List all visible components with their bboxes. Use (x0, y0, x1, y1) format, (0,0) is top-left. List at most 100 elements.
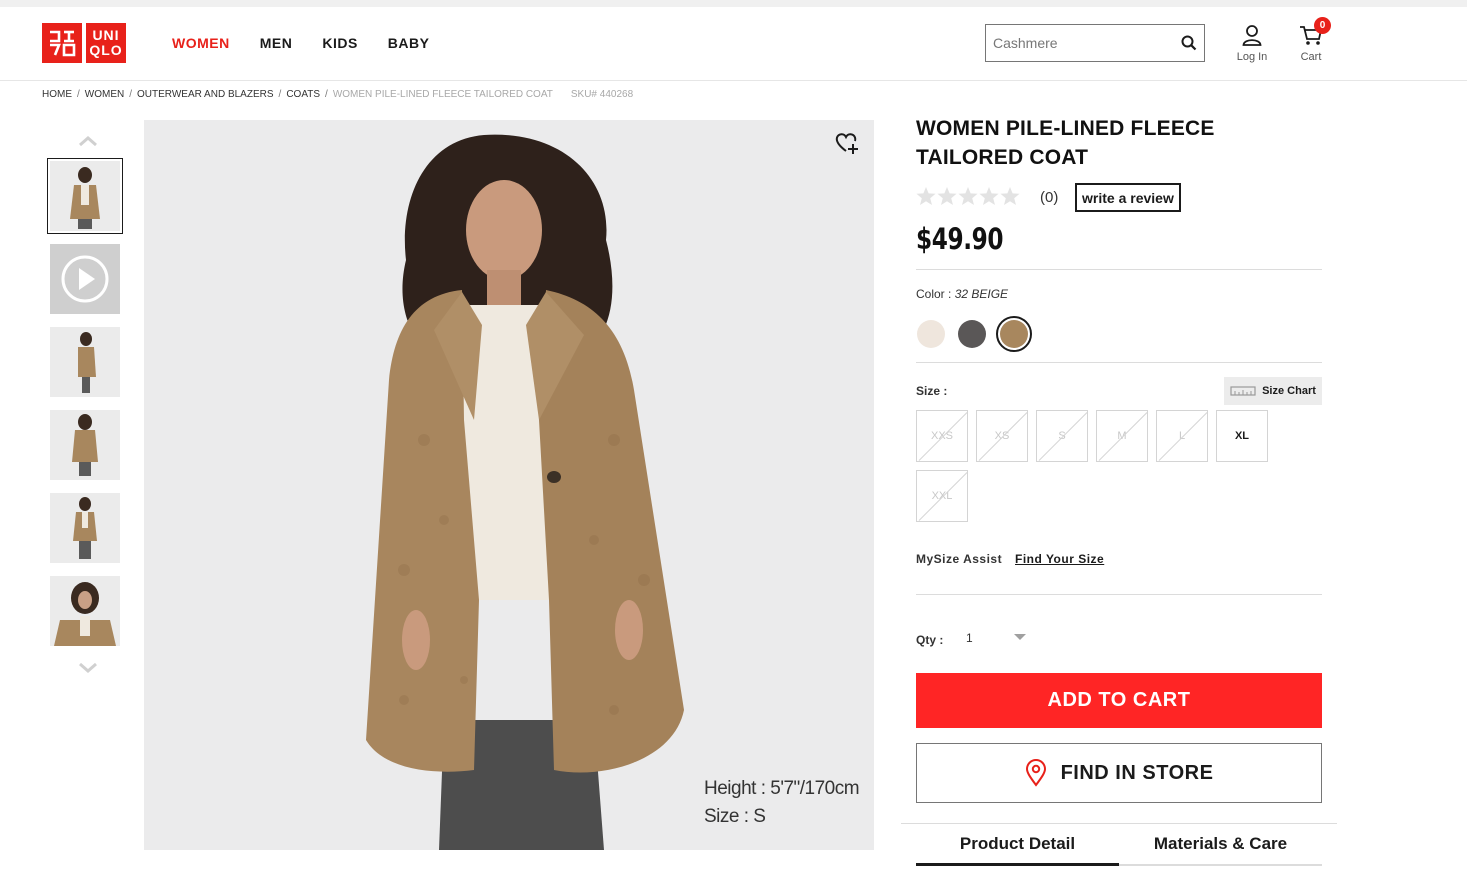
add-to-cart-button[interactable]: ADD TO CART (916, 673, 1322, 728)
thumbnail-3[interactable] (50, 327, 120, 397)
selected-color-name: 32 BEIGE (954, 287, 1009, 301)
site-header: UNIQLO WOMEN MEN KIDS BABY Log In 0 C (0, 7, 1467, 81)
mysize-assist-label: MySize Assist (916, 552, 1003, 566)
breadcrumb-current: WOMEN PILE-LINED FLEECE TAILORED COAT (332, 89, 553, 100)
size-option-xxs[interactable]: XXS (916, 410, 968, 462)
color-label: Color : 32 BEIGE (916, 287, 1008, 301)
thumbnails-up-arrow[interactable] (76, 133, 100, 149)
color-label-text: Color : (916, 287, 952, 301)
breadcrumb-coats[interactable]: COATS (286, 89, 320, 100)
logo-katakana (42, 23, 82, 63)
nav-baby[interactable]: BABY (388, 35, 430, 51)
main-nav: WOMEN MEN KIDS BABY (172, 35, 429, 51)
nav-men[interactable]: MEN (260, 35, 293, 51)
quantity-label: Qty : (916, 633, 944, 647)
location-pin-icon (1025, 759, 1046, 787)
quantity-value: 1 (966, 631, 973, 645)
nav-kids[interactable]: KIDS (322, 35, 357, 51)
divider (916, 362, 1322, 363)
chevron-down-icon (1014, 634, 1026, 640)
breadcrumb-separator: / (325, 89, 328, 100)
model-height: Height : 5'7"/170cm (704, 778, 860, 799)
divider (916, 269, 1322, 270)
coat-model-photo (144, 120, 874, 850)
breadcrumb-separator: / (129, 89, 133, 100)
write-review-button[interactable]: write a review (1075, 183, 1181, 212)
search-input[interactable] (986, 35, 1174, 51)
size-chart-label: Size Chart (1262, 385, 1316, 397)
chevron-up-icon (79, 136, 97, 147)
find-your-size-link[interactable]: Find Your Size (1015, 552, 1104, 566)
cart-count-badge: 0 (1314, 17, 1331, 34)
rating-stars (916, 186, 1020, 208)
size-option-xl[interactable]: XL (1216, 410, 1268, 462)
breadcrumb: HOME / WOMEN / OUTERWEAR AND BLAZERS / C… (42, 89, 633, 100)
thumbnail-1[interactable] (47, 158, 123, 234)
review-count: (0) (1040, 189, 1059, 206)
tab-product-detail[interactable]: Product Detail (916, 834, 1119, 854)
thumbnail-coat-full-image (50, 493, 120, 563)
size-option-label: XS (994, 430, 1010, 442)
inactive-tab-indicator (1119, 864, 1322, 866)
breadcrumb-women[interactable]: WOMEN (85, 89, 124, 100)
breadcrumb-separator: / (278, 89, 282, 100)
tabs-divider (901, 823, 1337, 824)
logo-wordmark: UNI QLO (86, 23, 126, 63)
find-in-store-label: FIND IN STORE (1060, 761, 1214, 784)
divider (916, 594, 1322, 595)
nav-women[interactable]: WOMEN (172, 35, 230, 51)
thumbnails-down-arrow[interactable] (76, 660, 100, 676)
breadcrumb-home[interactable]: HOME (42, 89, 72, 100)
chevron-down-icon (79, 662, 97, 673)
user-icon (1242, 25, 1262, 46)
star-rating-icon (916, 187, 1020, 205)
model-size: Size : S (704, 806, 766, 827)
breadcrumb-separator: / (77, 89, 80, 100)
product-title: WOMEN PILE-LINED FLEECE TAILORED COAT (916, 117, 1215, 169)
size-option-m[interactable]: M (1096, 410, 1148, 462)
sku-number: SKU# 440268 (570, 89, 634, 100)
thumbnail-5[interactable] (50, 493, 120, 563)
color-swatch-beige[interactable] (1000, 320, 1028, 348)
color-swatch-offwhite[interactable] (917, 320, 945, 348)
heart-plus-icon (835, 133, 858, 154)
size-option-xxl[interactable]: XXL (916, 470, 968, 522)
size-option-label: XL (1234, 430, 1250, 442)
cart-label: Cart (1300, 51, 1322, 63)
breadcrumb-outerwear[interactable]: OUTERWEAR AND BLAZERS (137, 89, 274, 100)
thumbnail-coat-closeup-image (50, 576, 120, 646)
thumbnail-video[interactable] (50, 244, 120, 314)
uniqlo-logo[interactable]: UNI QLO (42, 23, 126, 63)
top-strip (0, 0, 1467, 7)
thumbnail-coat-side-image (50, 327, 120, 397)
size-option-s[interactable]: S (1036, 410, 1088, 462)
size-chart-button[interactable]: Size Chart (1224, 377, 1322, 405)
thumbnail-coat-front-image (50, 161, 120, 231)
tab-materials-care[interactable]: Materials & Care (1119, 834, 1322, 854)
size-option-label: L (1178, 430, 1186, 442)
wishlist-button[interactable] (834, 130, 860, 156)
login-button[interactable]: Log In (1233, 24, 1271, 63)
size-option-label: M (1117, 430, 1127, 442)
search-icon (1181, 35, 1197, 51)
size-option-label: XXS (930, 430, 953, 442)
search-box (985, 24, 1205, 62)
size-option-label: S (1058, 430, 1066, 442)
cart-button[interactable]: 0 Cart (1292, 17, 1331, 63)
color-swatch-gray[interactable] (958, 320, 986, 348)
logo-katakana-mark (50, 30, 76, 57)
search-button[interactable] (1174, 25, 1204, 61)
size-option-xs[interactable]: XS (976, 410, 1028, 462)
size-label: Size : (916, 384, 948, 398)
find-in-store-button[interactable]: FIND IN STORE (916, 743, 1322, 803)
model-info: Height : 5'7"/170cm Size : S (704, 775, 860, 831)
login-label: Log In (1236, 51, 1268, 63)
main-product-image[interactable]: Height : 5'7"/170cm Size : S (144, 120, 874, 850)
size-option-l[interactable]: L (1156, 410, 1208, 462)
thumbnail-coat-back-image (50, 410, 120, 480)
active-tab-indicator (916, 863, 1119, 866)
thumbnail-4[interactable] (50, 410, 120, 480)
play-icon (61, 255, 109, 303)
size-option-label: XXL (931, 490, 953, 502)
thumbnail-6[interactable] (50, 576, 120, 646)
